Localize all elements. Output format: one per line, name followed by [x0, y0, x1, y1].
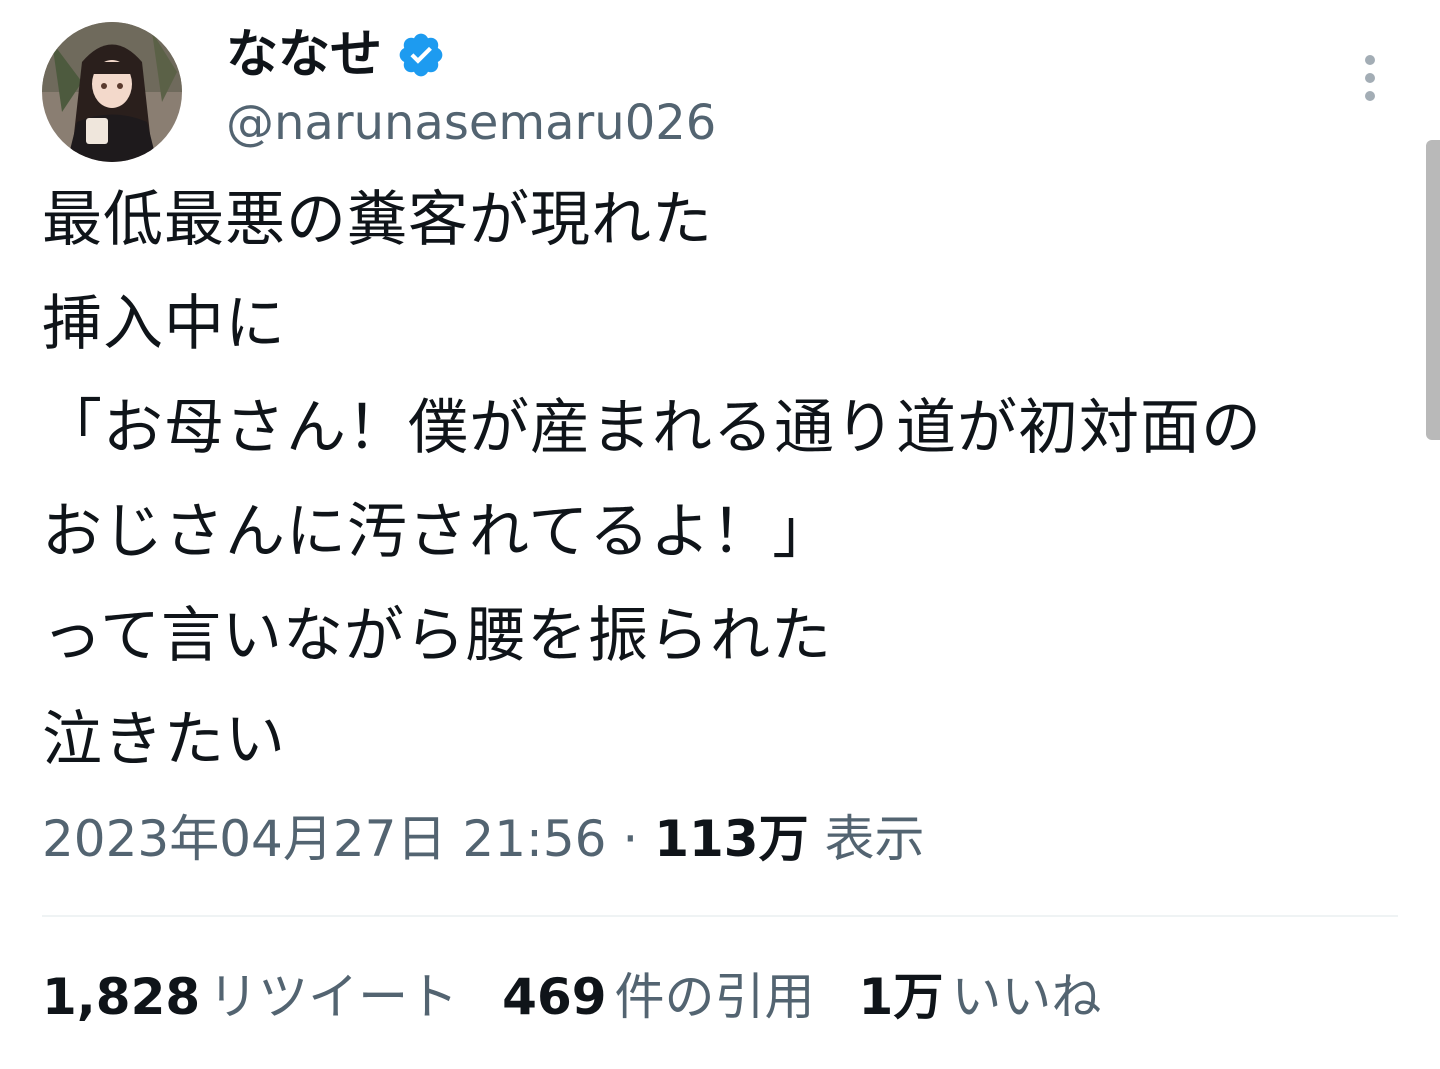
- avatar[interactable]: [42, 22, 182, 162]
- tweet-line: 挿入中に: [42, 289, 286, 359]
- retweets-count: 1,828: [42, 968, 201, 1026]
- tweet-line: 泣きたい: [42, 705, 286, 775]
- timestamp[interactable]: 2023年04月27日 21:56: [42, 810, 606, 868]
- retweets-label: リツイート: [208, 968, 459, 1026]
- verified-badge-icon[interactable]: [396, 30, 446, 80]
- more-options-button[interactable]: [1350, 50, 1390, 110]
- tweet-text: 最低最悪の糞客が現れた 挿入中に 「お母さん！僕が産まれる通り道が初対面の おじ…: [42, 168, 1412, 792]
- quotes-stat[interactable]: 469 件の引用: [502, 964, 814, 1030]
- tweet-line: 「お母さん！僕が産まれる通り道が初対面の: [42, 393, 1262, 463]
- quotes-count: 469: [502, 968, 607, 1026]
- views-label: 表示: [824, 810, 925, 868]
- engagement-stats: 1,828 リツイート 469 件の引用 1万 いいね: [42, 964, 1145, 1030]
- tweet-meta: 2023年04月27日 21:56 · 113万 表示: [42, 806, 924, 872]
- tweet-line: って言いながら腰を振られた: [42, 601, 832, 671]
- views-count[interactable]: 113万: [654, 810, 808, 868]
- likes-count: 1万: [858, 968, 944, 1026]
- scrollbar-thumb[interactable]: [1426, 140, 1440, 440]
- avatar-image: [42, 22, 182, 162]
- more-vertical-icon: [1365, 55, 1375, 101]
- tweet-line: 最低最悪の糞客が現れた: [42, 185, 713, 255]
- divider: [42, 915, 1398, 917]
- quotes-label: 件の引用: [614, 968, 815, 1026]
- display-name[interactable]: ななせ: [226, 24, 382, 86]
- meta-separator: ·: [622, 810, 639, 868]
- user-handle[interactable]: @narunasemaru026: [226, 92, 716, 154]
- likes-stat[interactable]: 1万 いいね: [859, 964, 1102, 1030]
- display-name-row[interactable]: ななせ: [226, 24, 446, 86]
- likes-label: いいね: [951, 968, 1102, 1026]
- retweets-stat[interactable]: 1,828 リツイート: [42, 964, 458, 1030]
- tweet-line: おじさんに汚されてるよ！」: [42, 497, 834, 567]
